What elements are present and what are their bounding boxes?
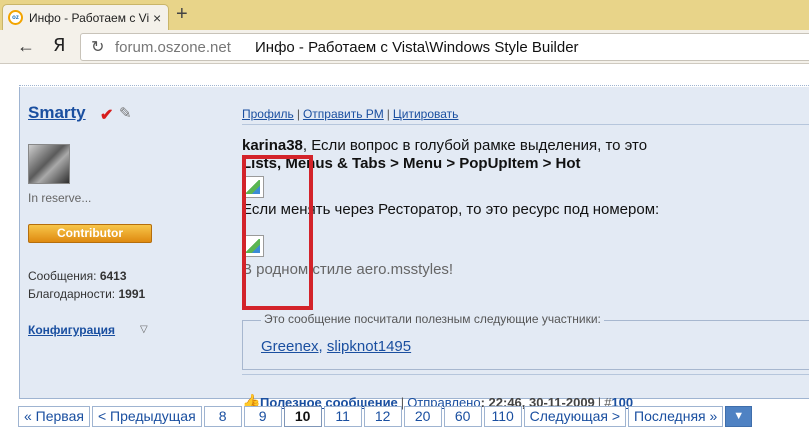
page-button[interactable]: 60 [443, 406, 482, 427]
page-content: Smarty ✔ ✎ In reserve... Contributor Соо… [0, 65, 809, 434]
forum-post: Smarty ✔ ✎ In reserve... Contributor Соо… [19, 87, 809, 411]
thanks-user-link[interactable]: slipknot1495 [327, 338, 411, 355]
url-page-title: Инфо - Работаем с Vista\Windows Style Bu… [255, 39, 579, 56]
tab-title: Инфо - Работаем с Vi [29, 10, 150, 25]
posts-label: Сообщения: [28, 269, 97, 283]
mention: karina38 [242, 137, 303, 154]
send-pm-link[interactable]: Отправить PM [303, 107, 384, 121]
configuration-link[interactable]: Конфигурация [28, 323, 115, 337]
prev-page-button[interactable]: < Предыдущая [91, 406, 202, 427]
back-arrow-icon[interactable]: ← [17, 36, 35, 57]
thanks-legend: Это сообщение посчитали полезным следующ… [261, 312, 604, 326]
username-link[interactable]: Smarty [28, 103, 86, 123]
comma: , [318, 338, 327, 355]
brush-icon: ✎ [119, 105, 132, 122]
yandex-logo-icon[interactable]: Я [53, 35, 66, 56]
thanks-user-link[interactable]: Greenex [261, 338, 319, 355]
thanks-users: Greenex, slipknot1495 [261, 338, 411, 355]
url-host: forum.oszone.net [115, 39, 231, 56]
page-button[interactable]: 8 [203, 406, 242, 427]
posts-count: Сообщения: 6413 [28, 269, 127, 283]
pagination: « Первая < Предыдущая 8 9 10 11 12 20 60… [18, 406, 754, 427]
user-title: In reserve... [28, 191, 92, 205]
thanks-label: Благодарности: [28, 287, 116, 301]
tab-bar: oz Инфо - Работаем с Vi × + [0, 0, 809, 30]
reload-icon[interactable]: ↻ [91, 37, 104, 57]
quote-link[interactable]: Цитировать [393, 107, 459, 121]
body-text-1: , Если вопрос в голубой рамке выделения,… [302, 137, 648, 154]
next-page-button[interactable]: Следующая > [523, 406, 627, 427]
actions-divider [242, 124, 809, 125]
highlight-box [242, 155, 313, 310]
checkmark-icon: ✔ [100, 107, 114, 124]
page-button[interactable]: 9 [243, 406, 282, 427]
new-tab-button[interactable]: + [176, 4, 188, 24]
rank-badge: Contributor [28, 224, 152, 243]
page-button[interactable]: 110 [483, 406, 522, 427]
footer-divider [242, 374, 809, 375]
separator: | [386, 107, 390, 121]
chevron-down-icon[interactable]: ▽ [140, 324, 148, 335]
url-field[interactable]: ↻ forum.oszone.net Инфо - Работаем с Vis… [80, 33, 809, 61]
page-button[interactable]: 12 [363, 406, 402, 427]
thanks-value: 1991 [118, 287, 146, 301]
current-page: 10 [283, 406, 322, 427]
thanks-box: Это сообщение посчитали полезным следующ… [242, 312, 809, 370]
last-page-button[interactable]: Последняя » [628, 406, 724, 427]
post-divider [19, 85, 809, 86]
first-page-button[interactable]: « Первая [18, 406, 90, 427]
browser-tab[interactable]: oz Инфо - Работаем с Vi × [2, 4, 169, 30]
page-dropdown-icon[interactable]: ▼ [725, 406, 753, 427]
body-line-1: karina38, Если вопрос в голубой рамке вы… [242, 137, 647, 155]
posts-value: 6413 [99, 269, 127, 283]
post-actions: Профиль | Отправить PM | Цитировать [242, 107, 458, 121]
site-favicon-icon: oz [8, 10, 23, 25]
post-author-panel: Smarty ✔ ✎ In reserve... Contributor Соо… [20, 87, 230, 398]
thanks-count: Благодарности: 1991 [28, 287, 145, 301]
avatar[interactable] [28, 144, 70, 184]
separator: | [296, 107, 300, 121]
page-button[interactable]: 11 [323, 406, 362, 427]
close-tab-icon[interactable]: × [153, 11, 161, 25]
profile-link[interactable]: Профиль [242, 107, 294, 121]
address-bar: ← Я ↻ forum.oszone.net Инфо - Работаем с… [0, 30, 809, 64]
page-button[interactable]: 20 [403, 406, 442, 427]
